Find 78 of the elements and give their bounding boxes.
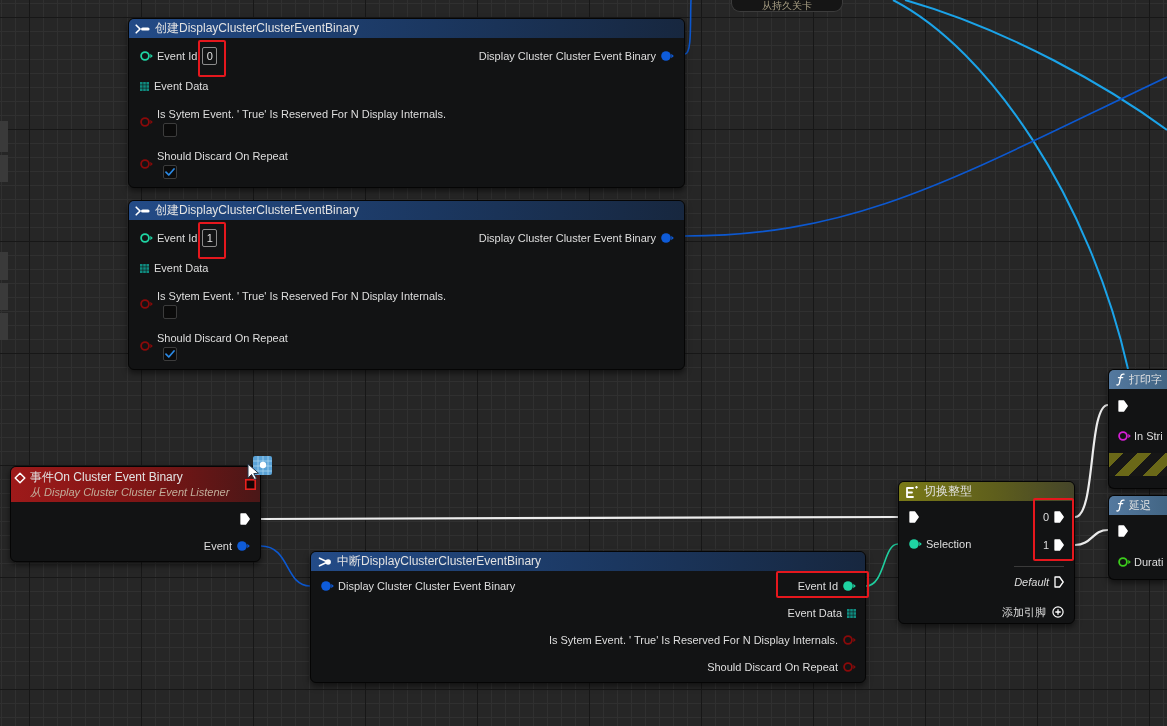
hollow-pin-icon[interactable] [1118, 557, 1131, 567]
node-title: 事件On Cluster Event Binary [30, 470, 183, 485]
graph-node[interactable]: 创建DisplayClusterClusterEventBinary Event Id 1 Event Data Is Sytem Event. ' True' Is Reserved For N Display Internals. Should Discard On Repeat Display Cluster Cluster Event Binary [128, 200, 685, 370]
pin-label: Event Data [154, 79, 209, 93]
pin-label: Display Cluster Cluster Event Binary [338, 579, 516, 593]
graph-node[interactable]: 从持久关卡 [731, 0, 843, 12]
pin-label: Display Cluster Cluster Event Binary [478, 49, 656, 63]
grid-cursor-icon [247, 455, 273, 480]
plus-circle-icon [1052, 606, 1064, 618]
node-title: 打印字 [1129, 372, 1162, 387]
pin-label: Should Discard On Repeat [157, 149, 288, 163]
function-icon [1116, 499, 1125, 512]
exec-pin-icon[interactable] [1054, 511, 1064, 523]
split-icon [317, 556, 332, 567]
graph-node[interactable]: 打印字 In Stri [1108, 369, 1167, 489]
pin-label: In Stri [1134, 429, 1163, 443]
function-icon [1116, 373, 1125, 386]
node-title: 创建DisplayClusterClusterEventBinary [155, 21, 360, 36]
filled-pin-icon[interactable] [909, 539, 922, 549]
pin-label: 1 [1042, 538, 1049, 552]
exec-pin-icon[interactable] [1118, 525, 1128, 537]
pin-label: Is Sytem Event. ' True' Is Reserved For N Display Internals. [548, 633, 838, 647]
panel-strip [0, 121, 8, 152]
data-wire [865, 543, 899, 587]
checkmark-icon [165, 349, 175, 358]
node-subtitle: 从 Display Cluster Cluster Event Listener [29, 485, 230, 499]
square-pin-icon[interactable] [245, 479, 256, 490]
graph-node[interactable]: 延迟 Durati [1108, 495, 1167, 580]
grid-pin-icon[interactable] [140, 81, 149, 91]
graph-node[interactable]: 中断DisplayClusterClusterEventBinary Display Cluster Cluster Event Binary Event Id Event Data Is Sytem Event. ' True' Is Reserved For N Display Internals. Should Discard On Repeat [310, 551, 866, 683]
exec-pin-icon[interactable] [1054, 576, 1064, 588]
pin-label: Is Sytem Event. ' True' Is Reserved For N Display Internals. [157, 289, 447, 303]
pin-label: Should Discard On Repeat [707, 660, 838, 674]
chevron-bar-icon [135, 205, 150, 216]
data-wire [684, 0, 692, 55]
node-title: 延迟 [1129, 498, 1151, 513]
hollow-pin-icon[interactable] [140, 233, 153, 243]
node-title: 中断DisplayClusterClusterEventBinary [337, 554, 542, 569]
pin-label: Event Id [797, 579, 838, 593]
checkbox[interactable] [163, 304, 177, 319]
exec-pin-icon[interactable] [1118, 400, 1128, 412]
pin-label: Durati [1134, 555, 1164, 569]
grid-pin-icon[interactable] [140, 263, 149, 273]
pin-label: Event Id [157, 231, 198, 245]
add-pin-button[interactable]: 添加引脚 [1002, 604, 1064, 620]
node-subtitle: 从持久关卡 [762, 0, 812, 11]
chevron-bar-icon [135, 23, 150, 34]
e-plus-icon [905, 485, 919, 498]
pin-label: Event Id [157, 49, 198, 63]
pin-label: 0 [1042, 510, 1049, 524]
checkmark-icon [165, 167, 175, 176]
hollow-pin-icon[interactable] [140, 51, 153, 61]
graph-node[interactable]: 创建DisplayClusterClusterEventBinary Event Id 0 Event Data Is Sytem Event. ' True' Is Reserved For N Display Internals. Should Discard On Repeat Display Cluster Cluster Event Binary [128, 18, 685, 188]
pin-label: Event [203, 539, 232, 553]
pin-label: Selection [926, 537, 972, 551]
data-wire [260, 545, 311, 587]
pin-label: Should Discard On Repeat [157, 331, 288, 345]
graph-node[interactable]: 切换整型 Selection 0 1 Default 添加引脚 [898, 481, 1075, 624]
event-id-field[interactable]: 1 [202, 229, 218, 247]
checkbox[interactable] [163, 164, 177, 179]
hollow-pin-icon[interactable] [1118, 431, 1131, 441]
exec-pin-icon[interactable] [1054, 539, 1064, 551]
filled-pin-icon[interactable] [843, 581, 856, 591]
checkbox[interactable] [163, 346, 177, 361]
pin-label: Is Sytem Event. ' True' Is Reserved For N Display Internals. [157, 107, 447, 121]
pin-label: Default [1014, 575, 1049, 589]
grid-pin-icon[interactable] [847, 608, 856, 618]
pin-label: Event Data [787, 606, 842, 620]
exec-pin-icon[interactable] [909, 511, 919, 523]
exec-pin-icon[interactable] [240, 513, 250, 525]
node-title: 切换整型 [924, 484, 972, 499]
exec-wire [1074, 528, 1109, 547]
diamond-icon [14, 471, 26, 484]
node-title: 创建DisplayClusterClusterEventBinary [155, 203, 360, 218]
pin-label: Event Data [154, 261, 209, 275]
checkbox[interactable] [163, 122, 177, 137]
pin-label: Display Cluster Cluster Event Binary [478, 231, 656, 245]
event-id-field[interactable]: 0 [202, 47, 218, 65]
